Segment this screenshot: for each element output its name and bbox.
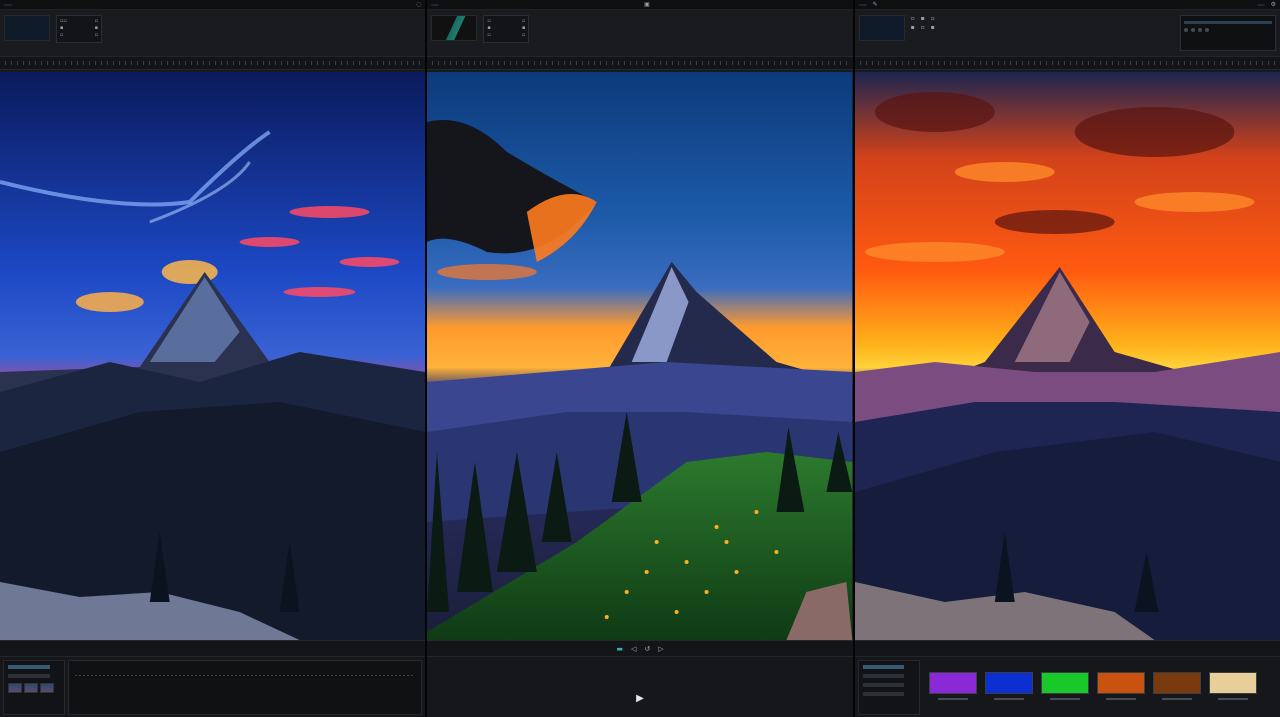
preset-color-chip [1208, 672, 1257, 694]
tool-icon[interactable]: ▪ [921, 15, 929, 22]
tool-icon[interactable]: ▪ [931, 24, 939, 31]
tool-icon[interactable]: ▪ [911, 24, 919, 31]
tab-chip[interactable] [858, 3, 867, 6]
tab-chip[interactable] [4, 3, 12, 6]
loop-icon[interactable]: ↺ [644, 645, 650, 653]
control-box[interactable]: ▫▫ ▫ ▪ ▪ ▫ ▫ [56, 15, 102, 43]
toolbar-center: ▫ ▫ ▪ ▪ ▫ ▫ [427, 10, 853, 56]
preset-swatch-4[interactable] [1096, 672, 1145, 715]
mountain-night-image [0, 72, 426, 640]
clip-thumbnails[interactable] [8, 683, 60, 693]
preset-swatch-2[interactable] [984, 672, 1033, 715]
rewind-icon[interactable]: ◁ [631, 645, 636, 653]
tool-icon[interactable]: ▫ [921, 24, 929, 31]
preset-caption [993, 698, 1024, 700]
image-viewer-left[interactable] [0, 72, 426, 640]
bottom-panel-right [854, 640, 1280, 717]
preset-caption [937, 698, 968, 700]
preset-gallery [923, 660, 1263, 715]
mountain-fire-image [854, 72, 1280, 640]
transport-controls-center: ▬ ◁ ↺ ▷ [427, 641, 853, 657]
preset-color-chip [1152, 672, 1201, 694]
timeline-ruler[interactable] [0, 56, 426, 70]
preset-caption [1049, 698, 1080, 700]
preset-swatch-1[interactable] [928, 672, 977, 715]
mountain-sunset-image [427, 72, 853, 640]
preset-caption [1105, 698, 1136, 700]
image-viewer-right[interactable] [854, 72, 1280, 640]
preset-color-chip [928, 672, 977, 694]
forward-icon[interactable]: ▷ [658, 645, 663, 653]
scope-meter[interactable] [1179, 15, 1276, 51]
timeline-ruler[interactable] [854, 56, 1280, 70]
playhead-marker[interactable]: ▬ [616, 645, 623, 653]
viewer-panel-right: ✎ ⚙ ▫ ▪ ▫ ▪ ▫ ▪ [854, 0, 1280, 717]
preset-caption [1161, 698, 1192, 700]
transport-controls-right [854, 641, 1280, 657]
control-box[interactable]: ▫ ▫ ▪ ▪ ▫ ▫ [483, 15, 530, 43]
tool-icon[interactable]: ▫ [911, 15, 919, 22]
tool-icon-grid: ▫ ▪ ▫ ▪ ▫ ▪ [911, 15, 939, 31]
viewer-panel-left: ◌ ▫▫ ▫ ▪ ▪ ▫ ▫ [0, 0, 426, 717]
preset-swatch-6[interactable] [1208, 672, 1257, 715]
node-list[interactable] [857, 660, 920, 715]
tool-icon[interactable]: ▫ [931, 15, 939, 22]
preset-caption [1217, 698, 1248, 700]
preset-color-chip [1096, 672, 1145, 694]
clip-list[interactable] [3, 660, 65, 715]
preset-color-chip [984, 672, 1033, 694]
timeline-ruler[interactable] [427, 56, 853, 70]
bottom-panel-left [0, 640, 426, 717]
titlebar-left: ◌ [0, 0, 426, 10]
timeline-track[interactable] [68, 660, 423, 715]
preset-swatch-3[interactable] [1040, 672, 1089, 715]
image-viewer-center[interactable] [427, 72, 853, 640]
gear-icon[interactable]: ⚙ [1271, 1, 1276, 8]
color-swatch[interactable] [431, 15, 478, 41]
play-icon[interactable]: ▶ [636, 693, 644, 704]
color-swatch[interactable] [858, 15, 905, 41]
transport-controls-left [0, 641, 426, 657]
titlebar-right: ✎ ⚙ [854, 0, 1280, 10]
bottom-panel-center: ▬ ◁ ↺ ▷ ▶ [427, 640, 853, 717]
pen-icon[interactable]: ✎ [873, 1, 878, 8]
preset-swatch-5[interactable] [1152, 672, 1201, 715]
preset-color-chip [1040, 672, 1089, 694]
tab-chip[interactable] [431, 3, 440, 6]
color-swatch[interactable] [4, 15, 50, 41]
toolbar-right: ▫ ▪ ▫ ▪ ▫ ▪ [854, 10, 1280, 56]
lock-icon[interactable]: ▣ [644, 1, 650, 8]
titlebar-center: ▣ [427, 0, 853, 10]
settings-icon[interactable]: ◌ [416, 1, 421, 8]
viewer-panel-center: ▣ ▫ ▫ ▪ ▪ ▫ ▫ ▬ ◁ ↺ ▷ ▶ [427, 0, 853, 717]
toolbar-left: ▫▫ ▫ ▪ ▪ ▫ ▫ [0, 10, 426, 56]
app-root: ◌ ▫▫ ▫ ▪ ▪ ▫ ▫ ▣ ▫ ▫ ▪ ▪ ▫ ▫ ▬ ◁ ↺ ▷ ▶ ✎… [0, 0, 1280, 717]
tab-chip[interactable] [1256, 3, 1265, 6]
